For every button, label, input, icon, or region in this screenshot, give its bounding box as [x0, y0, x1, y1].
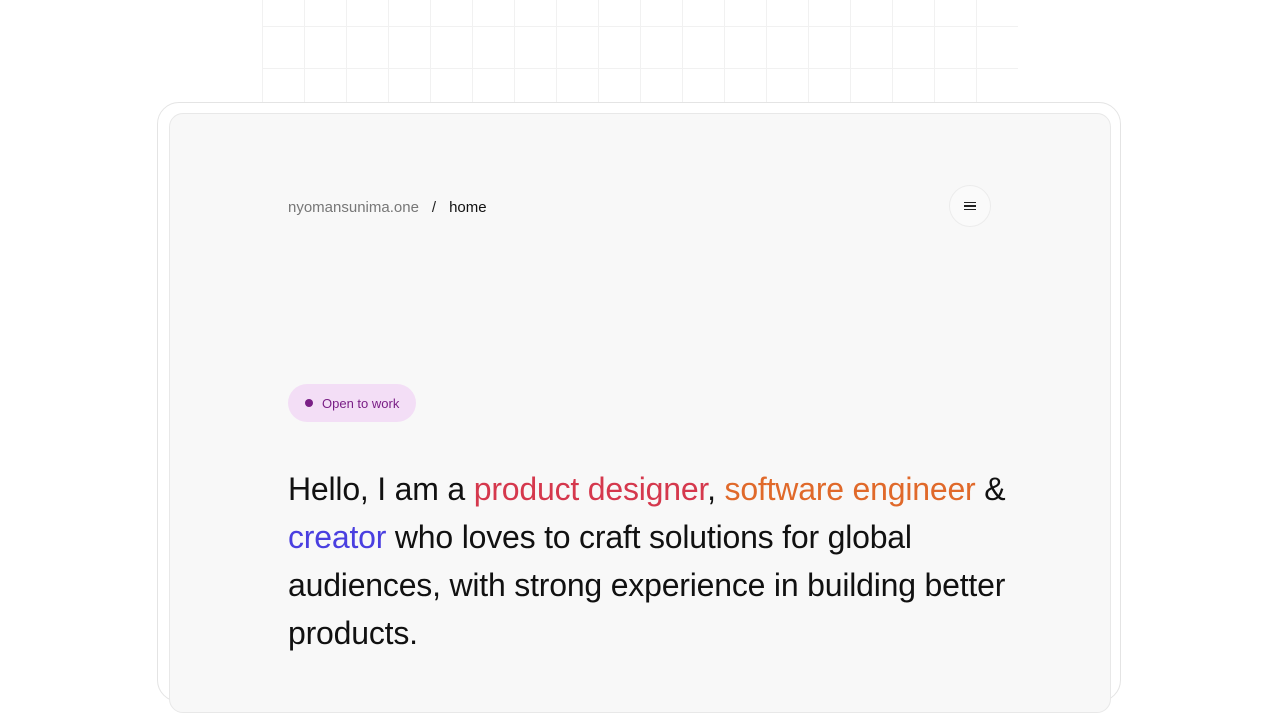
status-dot-icon	[305, 399, 313, 407]
hero-role-creator: creator	[288, 519, 387, 555]
breadcrumb: nyomansunima.one / home	[288, 197, 487, 217]
hero-prefix: Hello, I am a	[288, 471, 474, 507]
hero-suffix: who loves to craft solutions for global …	[288, 519, 1006, 651]
hamburger-menu-icon	[964, 201, 976, 211]
hero-role-software-engineer: software engineer	[724, 471, 976, 507]
breadcrumb-site-link[interactable]: nyomansunima.one	[288, 199, 419, 216]
menu-button[interactable]	[949, 185, 991, 227]
hero-heading: Hello, I am a product designer, software…	[288, 465, 1008, 657]
status-badge: Open to work	[288, 384, 417, 422]
hero-separator-ampersand: &	[975, 471, 1006, 507]
breadcrumb-current-page: home	[449, 198, 487, 216]
hero-role-product-designer: product designer	[473, 471, 708, 507]
status-label: Open to work	[322, 395, 400, 411]
hero-separator-comma: ,	[707, 471, 725, 507]
breadcrumb-separator: /	[431, 198, 437, 216]
background-grid	[262, 0, 1018, 102]
